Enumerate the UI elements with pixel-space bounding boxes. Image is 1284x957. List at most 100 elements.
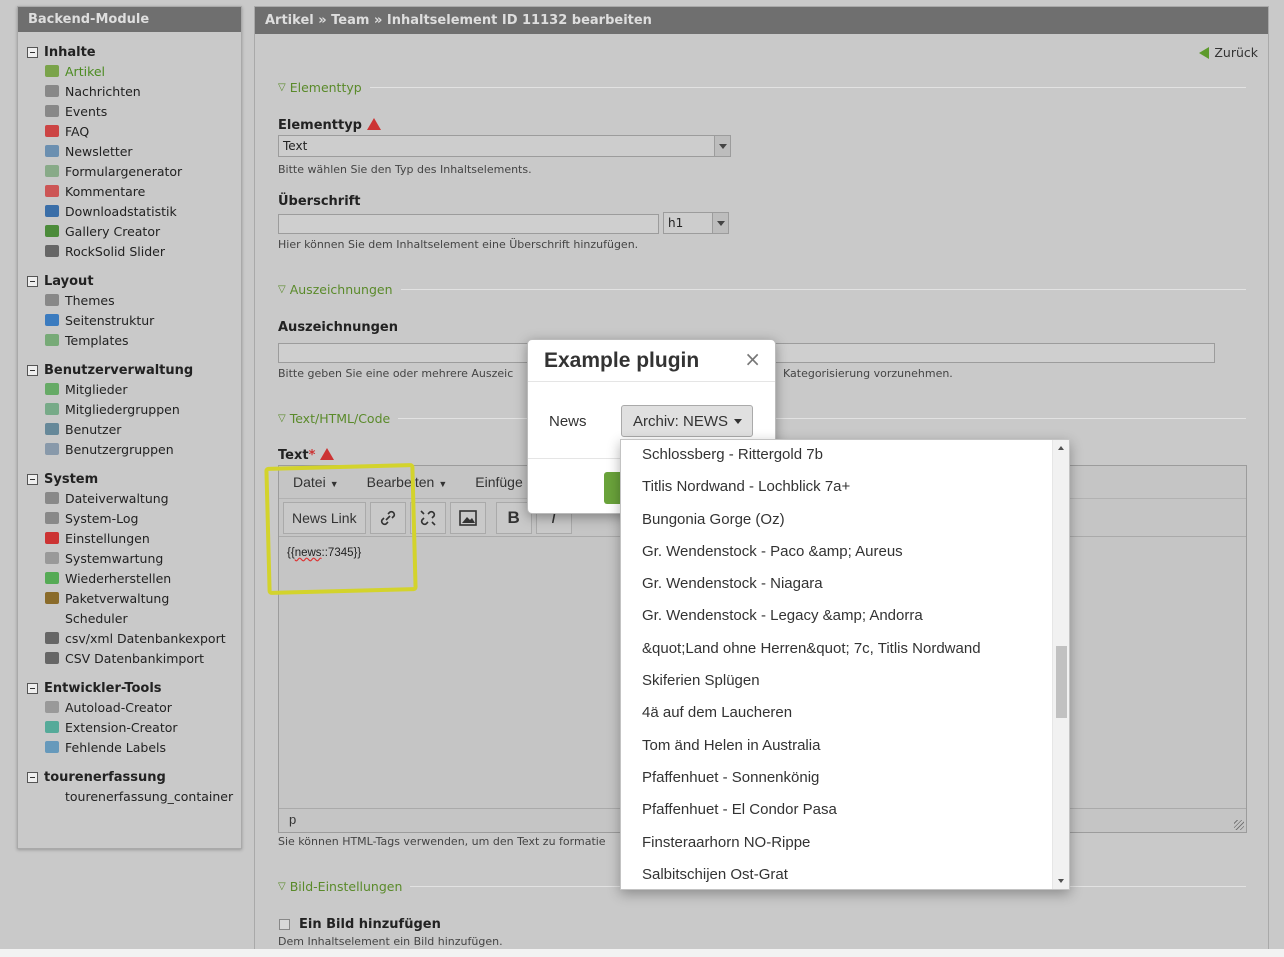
sidebar-item[interactable]: Templates (18, 330, 241, 350)
dropdown-item[interactable]: Gr. Wendenstock - Paco &amp; Aureus (621, 536, 1069, 568)
back-link[interactable]: Zurück (1199, 45, 1258, 60)
sidebar-item[interactable]: Kommentare (18, 181, 241, 201)
sidebar-item[interactable]: Extension-Creator (18, 717, 241, 737)
sidebar-group-title[interactable]: Layout (18, 272, 241, 290)
sidebar-group: tourenerfassung tourenerfassung_container (18, 768, 241, 806)
module-icon (45, 165, 59, 177)
collapse-minus-icon[interactable] (27, 275, 38, 287)
sidebar-item-label: Benutzer (65, 421, 122, 437)
add-image-checkbox[interactable] (279, 919, 290, 930)
sidebar-item[interactable]: Nachrichten (18, 81, 241, 101)
sidebar-item[interactable]: Mitgliedergruppen (18, 399, 241, 419)
sidebar-item-label: Formulargenerator (65, 163, 183, 179)
sidebar-item[interactable]: Themes (18, 290, 241, 310)
dropdown-item[interactable]: Finsteraarhorn NO-Rippe (621, 827, 1069, 859)
sidebar-item[interactable]: Downloadstatistik (18, 201, 241, 221)
sidebar-item-label: Newsletter (65, 143, 133, 159)
sidebar-item-label: Wiederherstellen (65, 570, 172, 586)
dropdown-item[interactable]: Skiferien Splügen (621, 665, 1069, 697)
sidebar-item-label: RockSolid Slider (65, 243, 165, 259)
sidebar-item[interactable]: Scheduler (18, 608, 241, 628)
add-image-label[interactable]: Ein Bild hinzufügen (299, 917, 441, 932)
sidebar-item[interactable]: Systemwartung (18, 548, 241, 568)
legend-elementtyp[interactable]: ▽ Elementtyp (278, 80, 1246, 95)
sidebar-item[interactable]: tourenerfassung_container (18, 786, 241, 806)
module-icon (45, 612, 59, 624)
module-icon (45, 492, 59, 504)
highlight-annotation (264, 463, 418, 595)
breadcrumb: Artikel » Team » Inhaltselement ID 11132… (255, 7, 1268, 34)
module-icon (45, 383, 59, 395)
scroll-down-icon[interactable] (1058, 879, 1064, 883)
scroll-up-icon[interactable] (1058, 446, 1064, 450)
module-icon (45, 314, 59, 326)
module-icon (45, 105, 59, 117)
dropdown-item[interactable]: Bungonia Gorge (Oz) (621, 504, 1069, 536)
sidebar-item[interactable]: Benutzer (18, 419, 241, 439)
dropdown-item[interactable]: Salbitschijen Ost-Grat (621, 859, 1069, 889)
chevron-down-icon (712, 213, 728, 233)
sidebar-item[interactable]: Dateiverwaltung (18, 488, 241, 508)
sidebar-item[interactable]: Fehlende Labels (18, 737, 241, 757)
text-help: Sie können HTML-Tags verwenden, um den T… (278, 835, 606, 848)
collapse-minus-icon[interactable] (27, 771, 38, 783)
collapse-minus-icon[interactable] (27, 682, 38, 694)
sidebar-item[interactable]: Artikel (18, 61, 241, 81)
collapse-minus-icon[interactable] (27, 364, 38, 376)
sidebar-item[interactable]: RockSolid Slider (18, 241, 241, 261)
sidebar-group-title[interactable]: Entwickler-Tools (18, 679, 241, 697)
sidebar-item-label: Events (65, 103, 108, 119)
news-archive-dropdown[interactable]: Archiv: NEWS (621, 405, 753, 437)
dropdown-item[interactable]: &quot;Land ohne Herren&quot; 7c, Titlis … (621, 633, 1069, 665)
sidebar-item[interactable]: Einstellungen (18, 528, 241, 548)
sidebar-item-label: tourenerfassung_container (65, 788, 234, 804)
dropdown-item[interactable]: 4ä auf dem Laucheren (621, 697, 1069, 729)
module-icon (45, 741, 59, 753)
sidebar-item[interactable]: System-Log (18, 508, 241, 528)
sidebar-item[interactable]: Formulargenerator (18, 161, 241, 181)
dropdown-item[interactable]: Titlis Nordwand - Lochblick 7a+ (621, 471, 1069, 503)
headline-level-select[interactable]: h1 (663, 212, 729, 234)
sidebar-item[interactable]: Newsletter (18, 141, 241, 161)
sidebar-item-label: Templates (65, 332, 129, 348)
dropdown-item[interactable]: Pfaffenhuet - El Condor Pasa (621, 794, 1069, 826)
sidebar-item[interactable]: Benutzergruppen (18, 439, 241, 459)
sidebar-item[interactable]: Seitenstruktur (18, 310, 241, 330)
sidebar-item[interactable]: Paketverwaltung (18, 588, 241, 608)
close-icon[interactable]: × (744, 347, 761, 371)
news-field-label: News (549, 413, 587, 430)
scroll-thumb[interactable] (1056, 646, 1067, 718)
module-icon (45, 145, 59, 157)
sidebar-group-title[interactable]: Inhalte (18, 43, 241, 61)
dropdown-item[interactable]: Gr. Wendenstock - Niagara (621, 568, 1069, 600)
elementtyp-select[interactable]: Text (278, 135, 731, 157)
dropdown-item[interactable]: Gr. Wendenstock - Legacy &amp; Andorra (621, 600, 1069, 632)
sidebar-item-label: Downloadstatistik (65, 203, 177, 219)
sidebar-item[interactable]: CSV Datenbankimport (18, 648, 241, 668)
sidebar-item[interactable]: Events (18, 101, 241, 121)
dropdown-scrollbar[interactable] (1052, 440, 1069, 889)
module-icon (45, 532, 59, 544)
sidebar-item[interactable]: Wiederherstellen (18, 568, 241, 588)
sidebar-item[interactable]: Autoload-Creator (18, 697, 241, 717)
module-icon (45, 125, 59, 137)
sidebar-item[interactable]: Mitglieder (18, 379, 241, 399)
sidebar-item[interactable]: csv/xml Datenbankexport (18, 628, 241, 648)
sidebar-group-title[interactable]: Benutzerverwaltung (18, 361, 241, 379)
legend-auszeichnungen[interactable]: ▽ Auszeichnungen (278, 282, 1246, 297)
dropdown-item[interactable]: Schlossberg - Rittergold 7b (621, 440, 1069, 471)
sidebar-item[interactable]: Gallery Creator (18, 221, 241, 241)
resize-handle-icon[interactable] (1234, 820, 1244, 830)
sidebar-group-title[interactable]: System (18, 470, 241, 488)
sidebar-item[interactable]: FAQ (18, 121, 241, 141)
menu-einfuegen[interactable]: Einfüge (475, 474, 522, 490)
module-icon (45, 225, 59, 237)
collapse-minus-icon[interactable] (27, 46, 38, 58)
dropdown-item[interactable]: Pfaffenhuet - Sonnenkönig (621, 762, 1069, 794)
headline-input[interactable] (278, 214, 659, 234)
dropdown-value: Archiv: NEWS (633, 412, 729, 430)
dropdown-item[interactable]: Tom änd Helen in Australia (621, 730, 1069, 762)
image-icon[interactable] (449, 501, 486, 534)
collapse-minus-icon[interactable] (27, 473, 38, 485)
sidebar-group-title[interactable]: tourenerfassung (18, 768, 241, 786)
